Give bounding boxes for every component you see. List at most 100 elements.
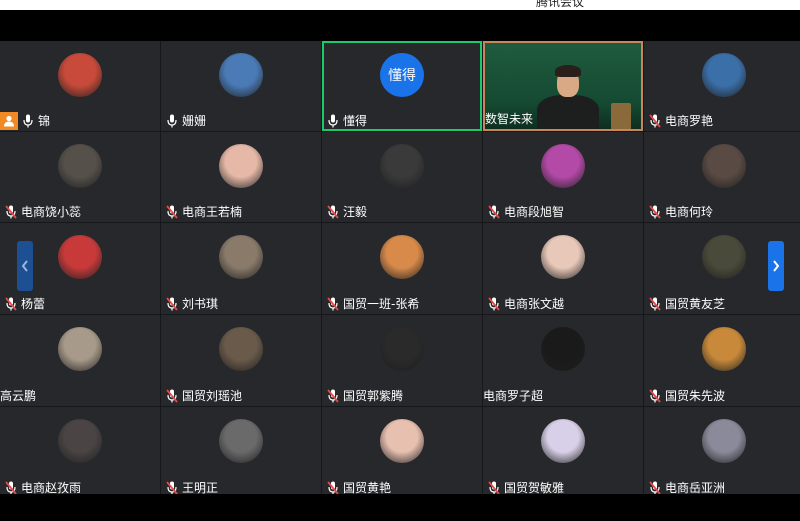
avatar [380, 144, 424, 188]
avatar [58, 327, 102, 371]
participant-tile[interactable]: 电商张文越 [483, 223, 643, 314]
participant-tile[interactable]: 高云鹏 [0, 315, 160, 406]
avatar [219, 235, 263, 279]
participant-name: 懂得 [343, 114, 368, 128]
avatar: 懂得 [380, 53, 424, 97]
participant-namebar: 刘书琪 [161, 294, 222, 314]
avatar [219, 53, 263, 97]
participant-tile[interactable]: 国贸黄艳 [322, 407, 482, 498]
participant-name: 数智未来 [485, 112, 534, 126]
microphone-muted-icon [487, 297, 501, 311]
participant-name: 电商王若楠 [182, 205, 243, 219]
avatar [58, 53, 102, 97]
bottom-toolbar [0, 494, 800, 521]
participant-name: 电商何玲 [665, 205, 714, 219]
previous-page-button[interactable] [17, 241, 33, 291]
participant-name: 国贸一班-张希 [343, 297, 420, 311]
participant-name: 国贸朱先波 [665, 389, 726, 403]
participant-name: 电商张文越 [504, 297, 565, 311]
participant-tile[interactable]: 电商赵孜雨 [0, 407, 160, 498]
participant-namebar: 数智未来 [485, 109, 537, 129]
microphone-muted-icon [4, 481, 18, 495]
avatar [541, 327, 585, 371]
participant-tile[interactable]: 国贸一班-张希 [322, 223, 482, 314]
window-titlebar: 腾讯会议 [0, 0, 800, 10]
participant-name: 姗姗 [182, 114, 207, 128]
avatar [58, 235, 102, 279]
microphone-muted-icon [648, 297, 662, 311]
avatar [702, 235, 746, 279]
participant-namebar: 国贸郭紫腾 [322, 386, 407, 406]
microphone-icon [326, 114, 340, 128]
microphone-muted-icon [165, 205, 179, 219]
participant-namebar: 姗姗 [161, 111, 210, 131]
microphone-muted-icon [4, 205, 18, 219]
participant-namebar: 国贸刘瑶池 [161, 386, 246, 406]
window-title: 腾讯会议 [536, 0, 585, 9]
participant-tile[interactable]: 电商罗艳 [644, 41, 800, 131]
participant-tile[interactable]: 电商饶小蕊 [0, 132, 160, 222]
participant-tile[interactable]: 电商罗子超 [483, 315, 643, 406]
next-page-button[interactable] [768, 241, 784, 291]
avatar [219, 419, 263, 463]
participant-tile[interactable]: 国贸郭紫腾 [322, 315, 482, 406]
participant-namebar: 国贸一班-张希 [322, 294, 423, 314]
microphone-muted-icon [326, 389, 340, 403]
microphone-muted-icon [326, 481, 340, 495]
microphone-icon [165, 114, 179, 128]
microphone-muted-icon [326, 205, 340, 219]
microphone-muted-icon [648, 389, 662, 403]
participant-name: 汪毅 [343, 205, 368, 219]
participant-tile[interactable]: 汪毅 [322, 132, 482, 222]
participant-name: 国贸郭紫腾 [343, 389, 404, 403]
participant-tile[interactable]: 电商岳亚洲 [644, 407, 800, 498]
chevron-left-icon [21, 260, 28, 272]
avatar [702, 419, 746, 463]
participant-grid: 锦姗姗 懂得 懂得 数智未来 电商罗艳 电商饶小蕊 电商王若楠 汪毅 电商段旭智 电商何玲 杨蕾 刘书… [0, 41, 800, 498]
participant-tile[interactable]: 姗姗 [161, 41, 321, 131]
participant-name: 电商段旭智 [504, 205, 565, 219]
microphone-muted-icon [326, 297, 340, 311]
participant-tile[interactable]: 国贸贺敏雅 [483, 407, 643, 498]
participant-namebar: 电商何玲 [644, 202, 717, 222]
participant-namebar: 高云鹏 [0, 386, 40, 406]
participant-namebar: 杨蕾 [0, 294, 49, 314]
participant-namebar: 电商饶小蕊 [0, 202, 85, 222]
microphone-muted-icon [648, 481, 662, 495]
participant-tile[interactable]: 锦 [0, 41, 160, 131]
participant-tile[interactable]: 电商何玲 [644, 132, 800, 222]
participant-name: 刘书琪 [182, 297, 219, 311]
participant-tile[interactable]: 数智未来 [483, 41, 643, 131]
participant-tile[interactable]: 国贸刘瑶池 [161, 315, 321, 406]
host-person-icon [0, 112, 18, 130]
microphone-muted-icon [165, 297, 179, 311]
avatar [541, 144, 585, 188]
microphone-muted-icon [487, 481, 501, 495]
participant-namebar: 国贸朱先波 [644, 386, 729, 406]
participant-namebar: 电商王若楠 [161, 202, 246, 222]
participant-namebar: 电商罗艳 [644, 111, 717, 131]
microphone-muted-icon [648, 114, 662, 128]
microphone-muted-icon [4, 297, 18, 311]
participant-name: 高云鹏 [0, 389, 37, 403]
participant-tile[interactable]: 懂得 懂得 [322, 41, 482, 131]
participant-namebar: 国贸黄友芝 [644, 294, 729, 314]
participant-tile[interactable]: 国贸朱先波 [644, 315, 800, 406]
avatar [702, 144, 746, 188]
participant-tile[interactable]: 电商王若楠 [161, 132, 321, 222]
avatar [380, 235, 424, 279]
participant-tile[interactable]: 刘书琪 [161, 223, 321, 314]
participant-name: 国贸刘瑶池 [182, 389, 243, 403]
participant-namebar: 电商张文越 [483, 294, 568, 314]
microphone-muted-icon [165, 481, 179, 495]
avatar [219, 144, 263, 188]
participant-name: 电商饶小蕊 [21, 205, 82, 219]
avatar [380, 419, 424, 463]
participant-name: 电商罗子超 [483, 389, 544, 403]
participant-tile[interactable]: 电商段旭智 [483, 132, 643, 222]
participant-namebar: 锦 [0, 111, 54, 131]
participant-tile[interactable]: 王明正 [161, 407, 321, 498]
microphone-muted-icon [487, 205, 501, 219]
avatar [541, 235, 585, 279]
microphone-muted-icon [648, 205, 662, 219]
